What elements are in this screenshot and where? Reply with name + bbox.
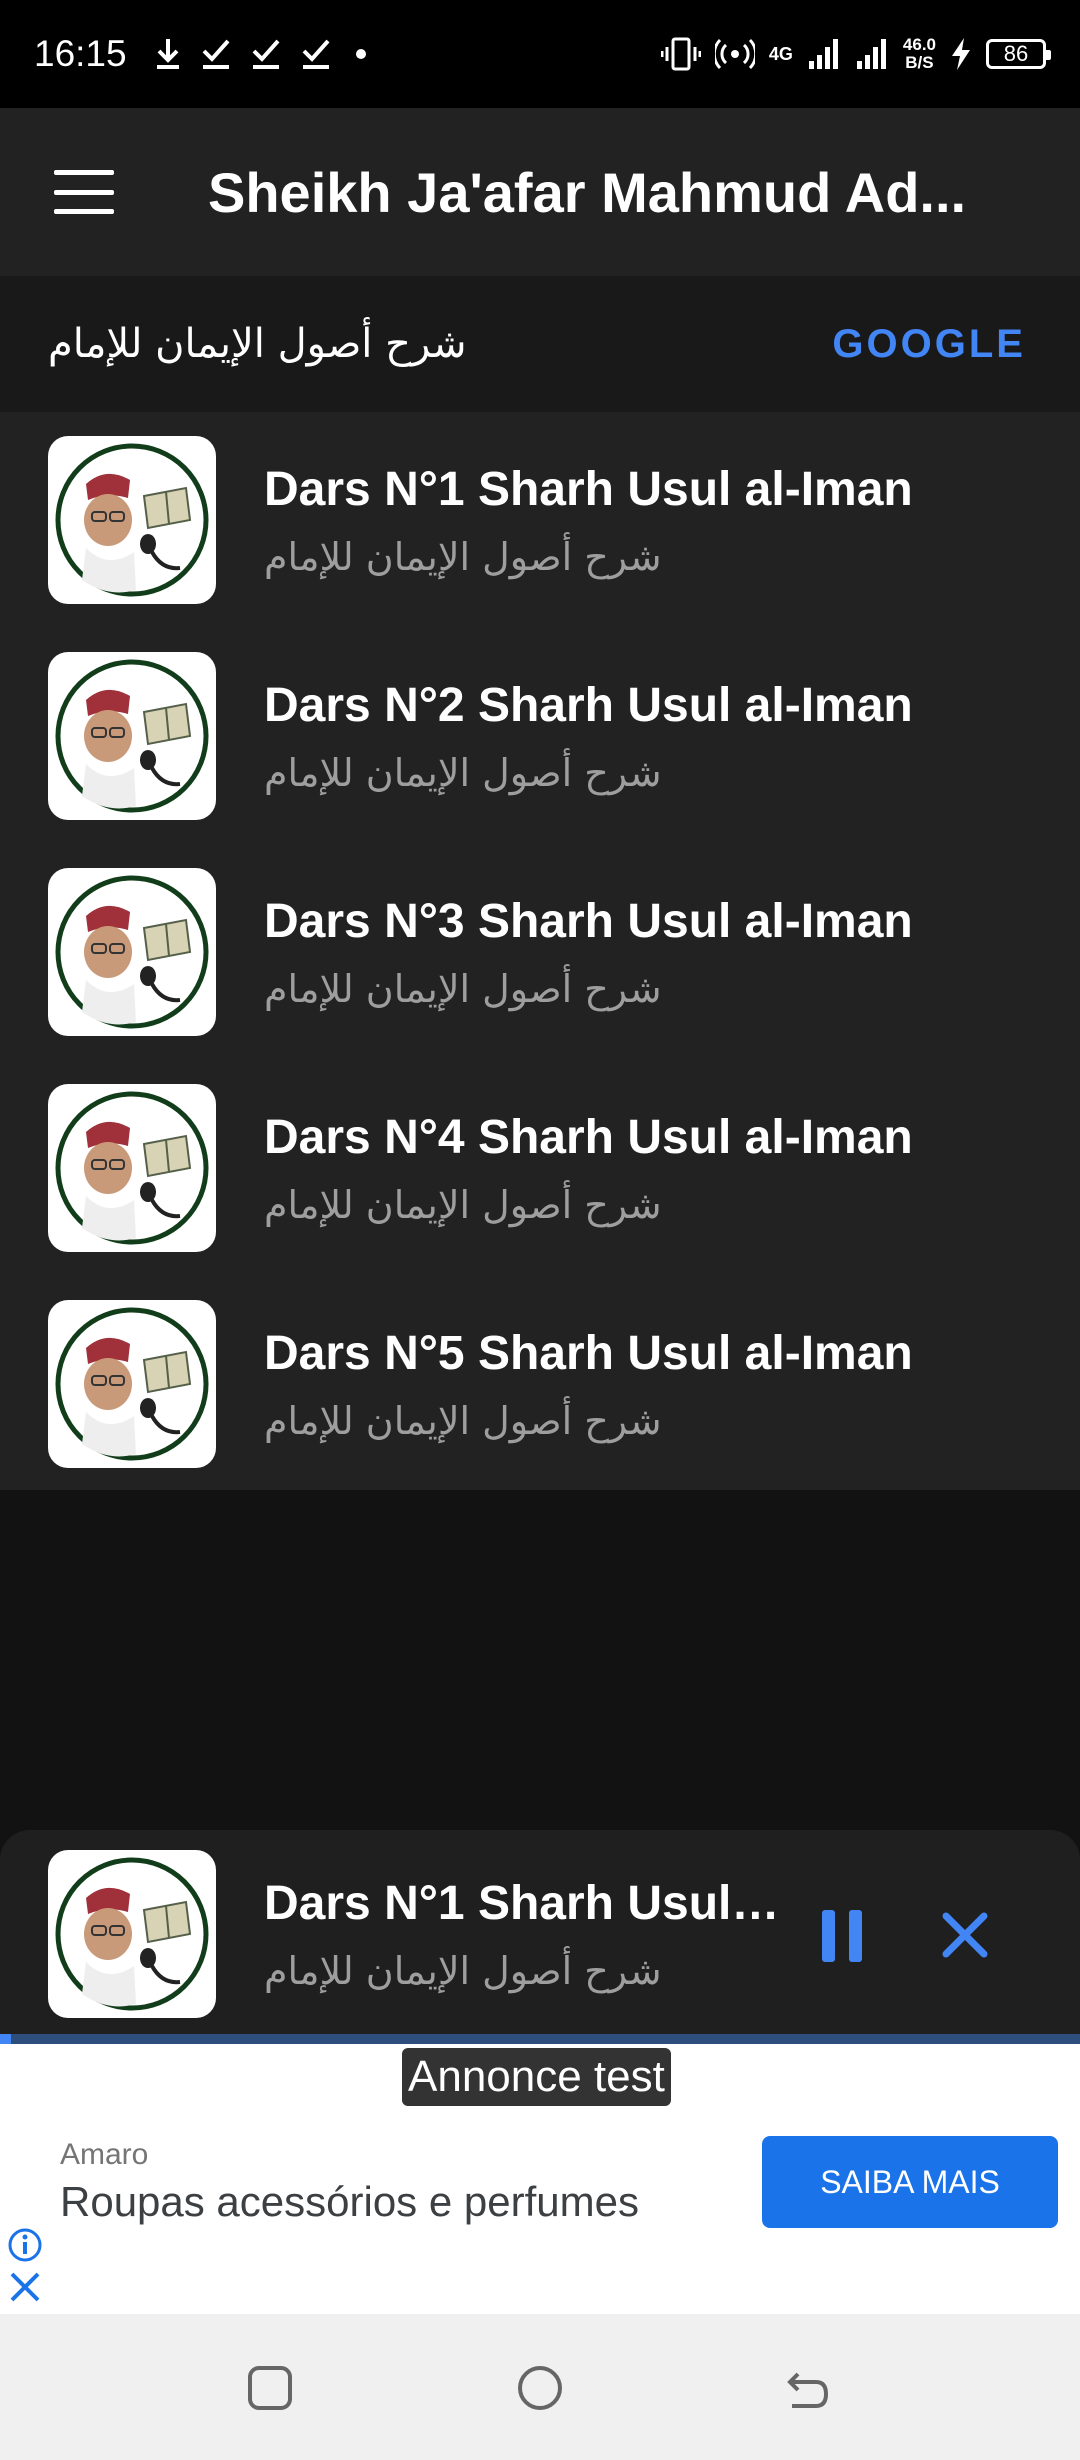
ad-headline[interactable]: Roupas acessórios e perfumes — [60, 2178, 639, 2226]
check-icon — [202, 39, 230, 69]
home-icon[interactable] — [516, 2364, 564, 2412]
player-subtitle: شرح أصول الإيمان للإمام — [264, 1948, 662, 1993]
track-title: Dars N°3 Sharh Usul al-Iman — [264, 894, 913, 948]
track-title: Dars N°5 Sharh Usul al-Iman — [264, 1326, 913, 1380]
track-thumbnail — [48, 868, 216, 1036]
track-list: Dars N°1 Sharh Usul al-Iman شرح أصول الإي… — [0, 412, 1080, 1490]
vibrate-icon — [660, 37, 701, 71]
notification-icons — [155, 37, 371, 71]
system-icons: 4G 46.0 B/S 86 — [660, 36, 1051, 72]
battery-level: 86 — [1003, 41, 1029, 66]
track-text: Dars N°3 Sharh Usul al-Iman شرح أصول الإي… — [264, 894, 913, 1011]
track-text: Dars N°2 Sharh Usul al-Iman شرح أصول الإي… — [264, 678, 913, 795]
ad-test-label: Annonce test — [402, 2048, 671, 2106]
network-type: 4G — [768, 43, 793, 64]
track-subtitle: شرح أصول الإيمان للإمام — [264, 1182, 662, 1227]
app-bar: Sheikh Ja'afar Mahmud Ad... — [0, 108, 1080, 276]
track-item[interactable]: Dars N°2 Sharh Usul al-Iman شرح أصول الإي… — [0, 628, 1080, 844]
hotspot-icon — [714, 38, 755, 70]
check-icon — [302, 39, 330, 69]
ad-banner[interactable]: Annonce test Amaro Roupas acessórios e p… — [0, 2044, 1080, 2314]
playback-progress-fill — [0, 2034, 11, 2044]
net-speed-unit: B/S — [905, 53, 934, 72]
info-icon[interactable] — [6, 2226, 44, 2264]
download-icon — [156, 39, 179, 69]
ad-cta-button[interactable]: SAIBA MAIS — [762, 2136, 1058, 2228]
dot-icon — [355, 49, 366, 59]
close-icon[interactable] — [8, 2270, 42, 2304]
net-speed-value: 46.0 — [902, 35, 936, 54]
app-title: Sheikh Ja'afar Mahmud Ad... — [208, 160, 967, 224]
status-bar: 16:15 4G 46.0 B/S 86 — [0, 0, 1080, 108]
track-title: Dars N°1 Sharh Usul al-Iman — [264, 462, 913, 516]
player-text: Dars N°1 Sharh Usul a... شرح أصول الإيما… — [264, 1876, 784, 1993]
track-item[interactable]: Dars N°5 Sharh Usul al-Iman شرح أصول الإي… — [0, 1276, 1080, 1492]
track-text: Dars N°1 Sharh Usul al-Iman شرح أصول الإي… — [264, 462, 913, 579]
playback-progress[interactable] — [0, 2034, 1080, 2044]
track-text: Dars N°5 Sharh Usul al-Iman شرح أصول الإي… — [264, 1326, 913, 1443]
back-icon[interactable] — [784, 2364, 832, 2412]
track-thumbnail — [48, 1300, 216, 1468]
track-subtitle: شرح أصول الإيمان للإمام — [264, 1398, 662, 1443]
playlist-header: شرح أصول الإيمان للإمام GOOGLE — [0, 276, 1080, 412]
pause-icon[interactable] — [822, 1910, 862, 1962]
check-icon — [252, 39, 280, 69]
mini-player[interactable]: Dars N°1 Sharh Usul a... شرح أصول الإيما… — [0, 1830, 1080, 2038]
signal-icon — [856, 39, 886, 69]
track-thumbnail — [48, 1084, 216, 1252]
google-button[interactable]: GOOGLE — [832, 322, 1026, 367]
track-text: Dars N°4 Sharh Usul al-Iman شرح أصول الإي… — [264, 1110, 913, 1227]
track-subtitle: شرح أصول الإيمان للإمام — [264, 534, 662, 579]
system-nav-bar — [0, 2314, 1080, 2460]
player-title: Dars N°1 Sharh Usul a... — [264, 1876, 784, 1930]
ad-advertiser: Amaro — [60, 2138, 149, 2171]
track-item[interactable]: Dars N°4 Sharh Usul al-Iman شرح أصول الإي… — [0, 1060, 1080, 1276]
playlist-title: شرح أصول الإيمان للإمام — [48, 321, 467, 367]
signal-icon — [808, 39, 838, 69]
net-speed: 46.0 B/S — [903, 36, 936, 72]
track-title: Dars N°4 Sharh Usul al-Iman — [264, 1110, 913, 1164]
track-thumbnail — [48, 436, 216, 604]
close-icon[interactable] — [940, 1910, 990, 1960]
track-title: Dars N°2 Sharh Usul al-Iman — [264, 678, 913, 732]
battery-indicator: 86 — [986, 39, 1051, 69]
track-item[interactable]: Dars N°1 Sharh Usul al-Iman شرح أصول الإي… — [0, 412, 1080, 628]
charging-icon — [952, 38, 970, 70]
recent-apps-icon[interactable] — [246, 2364, 294, 2412]
track-subtitle: شرح أصول الإيمان للإمام — [264, 966, 662, 1011]
player-thumbnail — [48, 1850, 216, 2018]
track-item[interactable]: Dars N°3 Sharh Usul al-Iman شرح أصول الإي… — [0, 844, 1080, 1060]
track-thumbnail — [48, 652, 216, 820]
track-subtitle: شرح أصول الإيمان للإمام — [264, 750, 662, 795]
status-time: 16:15 — [34, 33, 127, 74]
menu-icon[interactable] — [54, 170, 114, 214]
